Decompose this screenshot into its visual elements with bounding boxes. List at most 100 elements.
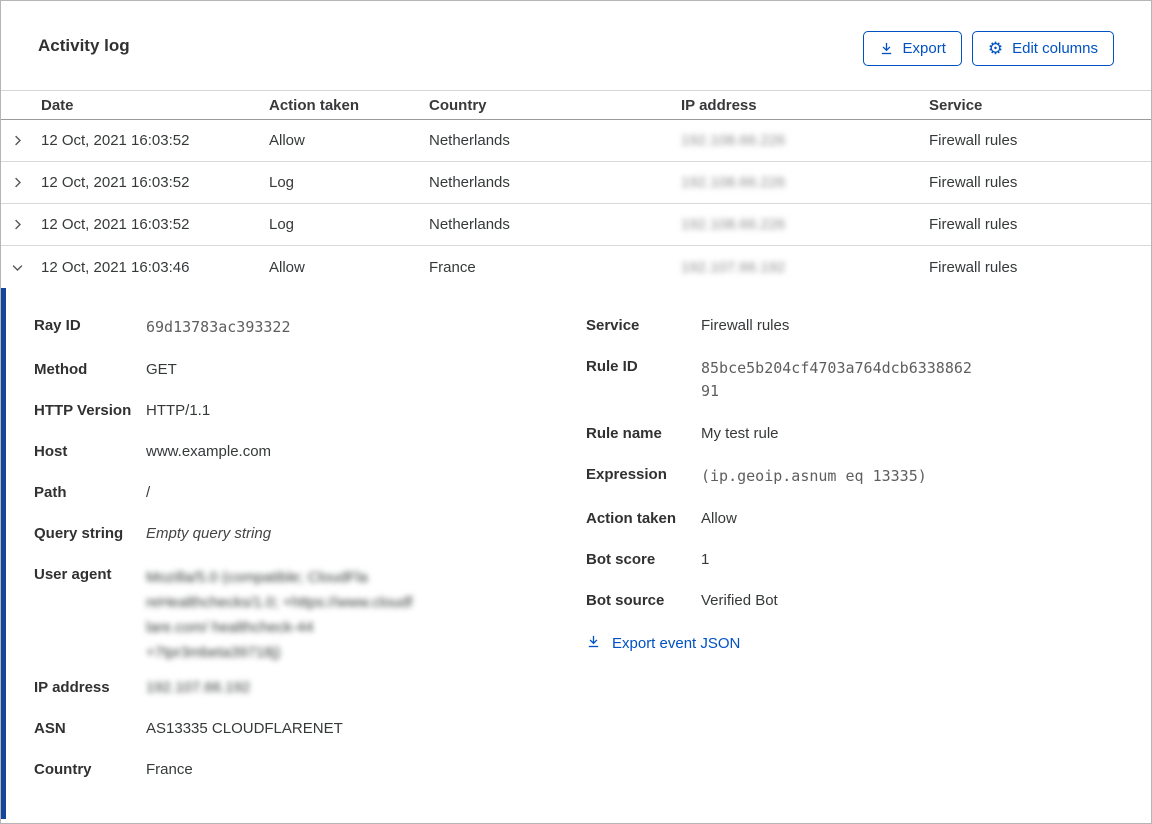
- detail-field-label: Bot score: [586, 551, 656, 568]
- detail-field-label: Host: [34, 443, 68, 460]
- detail-field-value: 85bce5b204cf4703a764dcb633886291: [701, 359, 972, 400]
- cell-date: 12 Oct, 2021 16:03:52: [41, 132, 190, 149]
- detail-field: IP address 192.107.66.192: [34, 678, 586, 698]
- table-row[interactable]: 12 Oct, 2021 16:03:52 Log Netherlands 19…: [1, 204, 1151, 246]
- detail-field-value: Allow: [701, 510, 737, 527]
- cell-action-taken: Allow: [269, 258, 305, 276]
- detail-field-label: ASN: [34, 720, 66, 737]
- detail-field: Method GET: [34, 360, 586, 380]
- detail-column-left: Ray ID 69d13783ac393322 Method GET HTTP …: [34, 316, 586, 819]
- page-header: Activity log Export ⚙ Edit columns: [1, 1, 1151, 90]
- cell-service: Firewall rules: [929, 258, 1018, 276]
- cell-country: Netherlands: [429, 174, 510, 191]
- event-detail-panel: Ray ID 69d13783ac393322 Method GET HTTP …: [1, 288, 1151, 819]
- detail-field: Ray ID 69d13783ac393322: [34, 316, 586, 339]
- detail-field: Bot source Verified Bot: [586, 591, 1121, 611]
- chevron-right-icon: [15, 135, 21, 146]
- column-header-service: Service: [929, 96, 983, 114]
- cell-service: Firewall rules: [929, 174, 1018, 191]
- detail-field-value: 1: [701, 551, 710, 568]
- detail-field-label: Action taken: [586, 510, 677, 527]
- detail-field-value: AS13335 CLOUDFLARENET: [146, 720, 343, 737]
- edit-columns-button-label: Edit columns: [1012, 40, 1098, 57]
- detail-field-label: Query string: [34, 525, 124, 542]
- detail-field-label: Country: [34, 761, 92, 778]
- column-header-ip: IP address: [681, 96, 757, 114]
- table-body: 12 Oct, 2021 16:03:52 Allow Netherlands …: [1, 120, 1151, 288]
- detail-field-value: Verified Bot: [701, 592, 778, 609]
- detail-field-label: Expression: [586, 466, 667, 483]
- detail-field-label: Service: [586, 317, 640, 334]
- cell-action-taken: Log: [269, 216, 295, 233]
- export-button-label: Export: [902, 40, 946, 57]
- detail-field-label: Bot source: [586, 592, 665, 609]
- cell-date: 12 Oct, 2021 16:03:52: [41, 216, 190, 233]
- detail-field-label: Path: [34, 484, 67, 501]
- cell-ip-address: 192.107.66.192: [681, 258, 786, 276]
- detail-field: Rule ID 85bce5b204cf4703a764dcb633886291: [586, 357, 1121, 403]
- detail-field: Action taken Allow: [586, 509, 1121, 529]
- gear-icon: ⚙: [987, 39, 1004, 58]
- activity-log-panel: Activity log Export ⚙ Edit columns Date …: [0, 0, 1152, 824]
- column-header-country: Country: [429, 96, 487, 114]
- chevron-right-icon: [15, 177, 21, 188]
- detail-field: User agent Mozilla/5.0 (compatible; Clou…: [34, 565, 586, 665]
- cell-action-taken: Allow: [269, 132, 305, 149]
- detail-field-value: 192.107.66.192: [146, 679, 251, 696]
- detail-field: Query string Empty query string: [34, 524, 586, 544]
- export-event-json-label: Export event JSON: [612, 635, 741, 652]
- detail-field: Rule name My test rule: [586, 424, 1121, 444]
- detail-column-right: Service Firewall rules Rule ID 85bce5b20…: [586, 316, 1121, 819]
- expand-chevron-button[interactable]: [1, 246, 41, 288]
- table-header-row: Date Action taken Country IP address Ser…: [1, 90, 1151, 120]
- detail-field-label: Ray ID: [34, 317, 81, 334]
- cell-service: Firewall rules: [929, 216, 1018, 233]
- table-row[interactable]: 12 Oct, 2021 16:03:52 Allow Netherlands …: [1, 120, 1151, 162]
- cell-service: Firewall rules: [929, 132, 1018, 149]
- chevron-right-icon: [12, 264, 23, 271]
- expand-chevron-button[interactable]: [1, 204, 41, 245]
- detail-field-value: (ip.geoip.asnum eq 13335): [701, 467, 927, 485]
- cell-country: Netherlands: [429, 216, 510, 233]
- detail-field: ASN AS13335 CLOUDFLARENET: [34, 719, 586, 739]
- detail-field-value: My test rule: [701, 425, 779, 442]
- detail-field: HTTP Version HTTP/1.1: [34, 401, 586, 421]
- detail-field: Path /: [34, 483, 586, 503]
- cell-date: 12 Oct, 2021 16:03:52: [41, 174, 190, 191]
- detail-field-value: Firewall rules: [701, 317, 790, 334]
- detail-field-label: User agent: [34, 566, 112, 583]
- detail-field-value: www.example.com: [146, 443, 272, 460]
- detail-field: Host www.example.com: [34, 442, 586, 462]
- chevron-right-icon: [15, 219, 21, 230]
- expand-chevron-button[interactable]: [1, 162, 41, 203]
- detail-field-value: France: [146, 761, 193, 778]
- cell-date: 12 Oct, 2021 16:03:46: [41, 258, 190, 276]
- table-row[interactable]: 12 Oct, 2021 16:03:46 Allow France 192.1…: [1, 246, 1151, 288]
- cell-country: France: [429, 258, 476, 276]
- page-title: Activity log: [38, 36, 130, 55]
- detail-field: Service Firewall rules: [586, 316, 1121, 336]
- column-header-action: Action taken: [269, 96, 360, 114]
- download-icon: [879, 41, 894, 56]
- cell-ip-address: 192.108.66.226: [681, 216, 786, 233]
- export-event-json-link[interactable]: Export event JSON: [586, 634, 740, 653]
- detail-field-value: Mozilla/5.0 (compatible; CloudFla reHealt…: [146, 569, 413, 661]
- detail-field: Country France: [34, 760, 586, 780]
- column-header-date: Date: [41, 96, 74, 114]
- export-button[interactable]: Export: [862, 31, 962, 66]
- cell-country: Netherlands: [429, 132, 510, 149]
- header-actions: Export ⚙ Edit columns: [862, 31, 1114, 66]
- download-icon: [586, 634, 601, 653]
- table-row[interactable]: 12 Oct, 2021 16:03:52 Log Netherlands 19…: [1, 162, 1151, 204]
- detail-field-value: /: [146, 484, 151, 501]
- detail-field-label: Rule name: [586, 425, 662, 442]
- detail-field-value: HTTP/1.1: [146, 402, 211, 419]
- detail-field: Bot score 1: [586, 550, 1121, 570]
- cell-ip-address: 192.108.66.226: [681, 132, 786, 149]
- detail-field-value: GET: [146, 361, 177, 378]
- edit-columns-button[interactable]: ⚙ Edit columns: [971, 31, 1114, 66]
- detail-field-label: Rule ID: [586, 358, 638, 375]
- detail-field: Expression (ip.geoip.asnum eq 13335): [586, 465, 1121, 488]
- cell-ip-address: 192.108.66.226: [681, 174, 786, 191]
- expand-chevron-button[interactable]: [1, 120, 41, 161]
